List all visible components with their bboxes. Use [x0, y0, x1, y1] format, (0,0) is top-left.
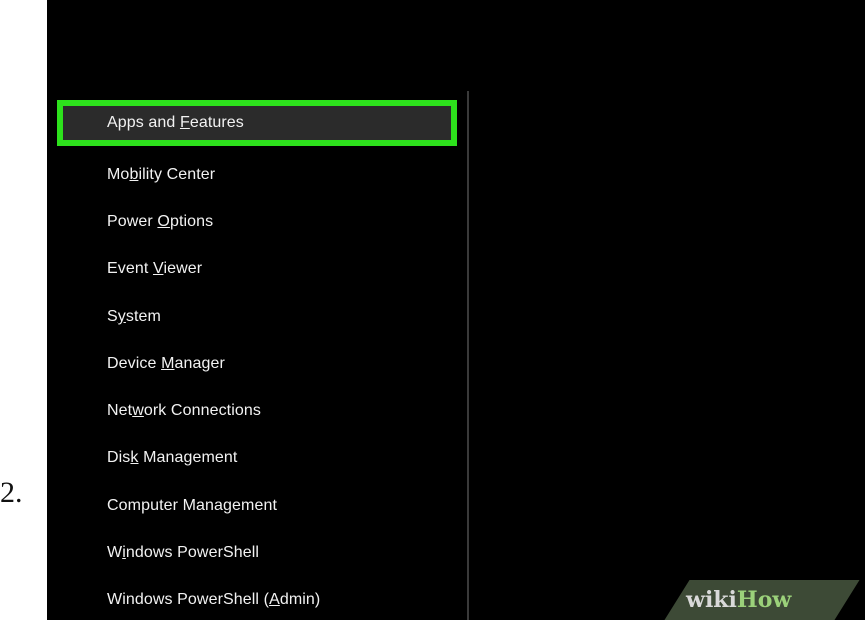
menu-item-label: Windows PowerShell	[107, 544, 260, 561]
menu-item-label: Computer Management	[107, 497, 277, 514]
menu-item-windows-powershell[interactable]: Windows PowerShell	[57, 530, 457, 576]
menu-item-event-viewer[interactable]: Event Viewer	[57, 246, 457, 292]
menu-item-apps-and-features[interactable]: Apps and Features	[57, 100, 457, 146]
menu-item-label: Windows PowerShell (Admin)	[107, 591, 321, 608]
menu-item-mobility-center[interactable]: Mobility Center	[57, 152, 457, 198]
menu-item-windows-powershell-admin[interactable]: Windows PowerShell (Admin)	[57, 577, 457, 620]
menu-item-network-connections[interactable]: Network Connections	[57, 388, 457, 434]
menu-item-label: Event Viewer	[107, 260, 203, 277]
wikihow-watermark: wikiHow	[686, 587, 792, 613]
menu-item-device-manager[interactable]: Device Manager	[57, 341, 457, 387]
menu-item-disk-management[interactable]: Disk Management	[57, 435, 457, 481]
menu-item-label: Device Manager	[107, 355, 225, 372]
menu-item-label: Disk Management	[107, 449, 238, 466]
step-number: 2.	[0, 476, 23, 509]
menu-item-label: Apps and Features	[107, 114, 244, 131]
menu-item-system[interactable]: System	[57, 294, 457, 340]
desktop-screen: Apps and Features Mobility Center Power …	[47, 0, 865, 620]
menu-item-label: Power Options	[107, 213, 214, 230]
winx-quick-link-menu: Apps and Features Mobility Center Power …	[47, 91, 469, 620]
menu-item-label: System	[107, 308, 161, 325]
menu-item-label: Mobility Center	[107, 166, 216, 183]
menu-item-computer-management[interactable]: Computer Management	[57, 483, 457, 529]
menu-item-label: Network Connections	[107, 402, 261, 419]
menu-item-power-options[interactable]: Power Options	[57, 199, 457, 245]
